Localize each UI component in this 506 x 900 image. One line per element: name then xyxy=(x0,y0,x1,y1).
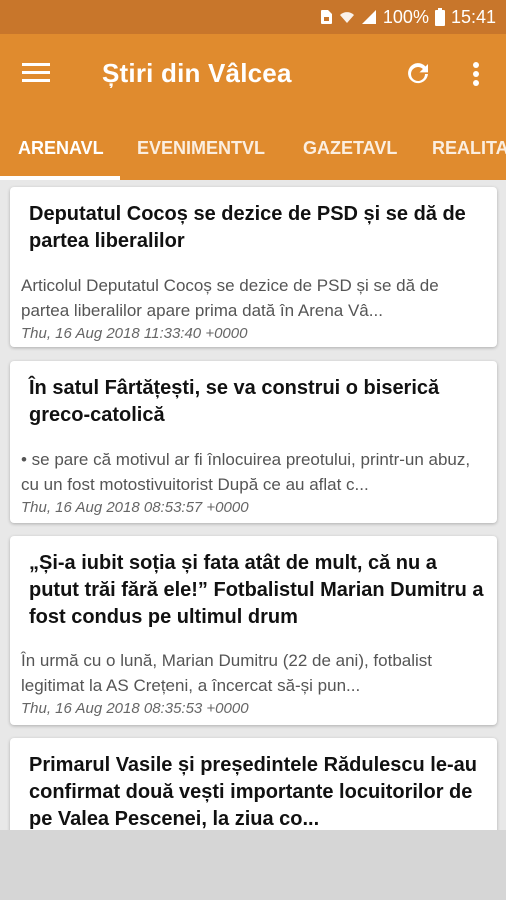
article-list[interactable]: Deputatul Cocoș se dezice de PSD și se d… xyxy=(0,180,506,830)
article-title: „Și-a iubit soția și fata atât de mult, … xyxy=(29,552,484,628)
tab-bar: ARENAVL EVENIMENTVL GAZETAVL REALITA xyxy=(0,116,506,180)
article-card[interactable]: „Și-a iubit soția și fata atât de mult, … xyxy=(10,536,497,725)
refresh-icon xyxy=(408,63,428,84)
tab-evenimentvl[interactable]: EVENIMENTVL xyxy=(137,116,265,180)
article-card[interactable]: În satul Fârtățești, se va construi o bi… xyxy=(10,361,497,523)
signal-icon xyxy=(361,9,377,25)
menu-icon-line xyxy=(22,71,50,74)
more-options-button[interactable] xyxy=(458,56,494,92)
article-card[interactable]: Primarul Vasile și președintele Rădulesc… xyxy=(10,738,497,830)
article-date: Thu, 16 Aug 2018 11:33:40 +0000 xyxy=(21,325,248,342)
battery-icon xyxy=(434,8,445,26)
article-summary: • se pare că motivul ar fi înlocuirea pr… xyxy=(21,450,471,494)
article-summary: În urmă cu o lună, Marian Dumitru (22 de… xyxy=(21,651,433,695)
status-bar: 100% 15:41 xyxy=(0,0,506,34)
wifi-icon xyxy=(339,9,355,25)
article-date: Thu, 16 Aug 2018 08:53:57 +0000 xyxy=(21,499,249,516)
status-icons: 100% 15:41 xyxy=(319,0,496,34)
refresh-button[interactable] xyxy=(400,56,436,92)
tab-realita[interactable]: REALITA xyxy=(432,116,506,180)
tab-arenavl[interactable]: ARENAVL xyxy=(18,116,104,180)
more-vertical-icon xyxy=(473,62,479,86)
app-bar: Știri din Vâlcea xyxy=(0,34,506,116)
article-date: Thu, 16 Aug 2018 08:35:53 +0000 xyxy=(21,700,249,717)
menu-icon-line xyxy=(22,63,50,66)
article-card[interactable]: Deputatul Cocoș se dezice de PSD și se d… xyxy=(10,187,497,347)
article-title: Primarul Vasile și președintele Rădulesc… xyxy=(29,754,477,830)
app-title: Știri din Vâlcea xyxy=(102,58,292,88)
menu-button[interactable] xyxy=(22,58,56,92)
tab-gazetavl[interactable]: GAZETAVL xyxy=(303,116,397,180)
bottom-area xyxy=(0,830,506,900)
article-title: Deputatul Cocoș se dezice de PSD și se d… xyxy=(29,203,466,252)
battery-percent: 100% xyxy=(382,6,429,27)
menu-icon-line xyxy=(22,79,50,82)
sim-card-icon xyxy=(319,9,333,25)
clock: 15:41 xyxy=(450,6,496,27)
article-title: În satul Fârtățești, se va construi o bi… xyxy=(29,377,440,426)
article-summary: Articolul Deputatul Cocoș se dezice de P… xyxy=(21,276,439,320)
